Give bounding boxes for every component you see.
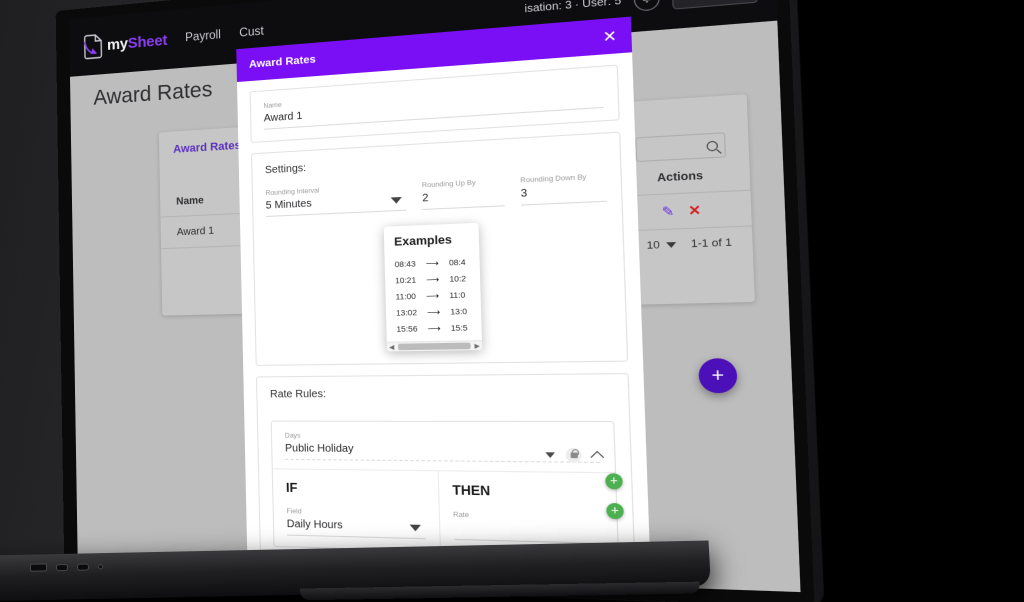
top-bar-right-group: isation: 3 · User: 5 Google [524,0,759,22]
row-actions: ✎ ✕ [633,201,731,221]
search-icon [706,140,719,151]
rounding-down-by-field[interactable]: Rounding Down By 3 [520,173,607,206]
award-rates-modal-container: Award Rates ✕ Name Award 1 Settings: Rou… [236,16,652,587]
triangle-left-icon[interactable]: ◀ [388,343,396,351]
caret-down-icon [409,524,421,532]
example-to: 15:5 [450,322,468,334]
if-field-value: Daily Hours [286,518,426,540]
arrow-right-icon: ⟶ [425,290,440,301]
examples-card: Examples 08:43 ⟶ 08:4 10:21 ⟶ 10:2 11:00… [383,222,483,352]
account-label: Google [684,0,729,2]
scrollbar-thumb[interactable] [397,342,472,351]
plus-icon: + [711,364,725,387]
award-rates-modal: Award Rates ✕ Name Award 1 Settings: Rou… [236,16,652,587]
app-logo[interactable]: mySheet [83,27,168,60]
if-column: IF Field Daily Hours [272,469,441,551]
rounding-up-by-label: Rounding Up By [421,179,476,190]
lock-icon[interactable] [565,447,582,463]
page-title: Award Rates [93,77,213,110]
then-rate-label: Rate [453,511,470,520]
logo-text-secondary: Sheet [127,31,168,52]
example-to: 08:4 [448,257,466,268]
search-input[interactable] [635,132,727,163]
rate-rules-label: Rate Rules: [269,388,327,401]
arrow-right-icon: ⟶ [426,274,440,285]
rounding-down-by-value: 3 [520,183,607,206]
settings-panel: Settings: Rounding Interval 5 Minutes Ro… [250,131,629,366]
rule-days-row: Days Public Holiday [272,422,615,473]
rounding-interval-select[interactable]: Rounding Interval 5 Minutes [265,183,407,217]
nav-item-customers[interactable]: Cust [239,25,264,39]
close-x-icon[interactable]: ✕ [602,27,617,46]
page-size-select[interactable]: 10 [646,239,677,253]
close-x-icon[interactable]: ✕ [688,202,701,219]
if-field-label: Field [286,507,302,516]
name-field-label: Name [263,101,282,111]
arrow-right-icon: ⟶ [427,307,441,318]
plus-circle-icon[interactable]: + [605,473,623,490]
column-header-actions: Actions [656,170,704,185]
triangle-right-icon[interactable]: ▶ [473,342,481,350]
modal-title: Award Rates [248,53,316,71]
logo-text-primary: my [106,34,128,54]
name-field-value: Award 1 [263,90,604,130]
laptop-screen-bezel: mySheet Payroll Cust isation: 3 · User: … [55,0,815,602]
caret-down-icon [665,242,677,249]
list-item: 13:02 ⟶ 13:0 [386,303,482,321]
list-item: 15:56 ⟶ 15:5 [386,319,482,337]
rounding-up-by-value: 2 [422,188,505,211]
arrow-right-icon: ⟶ [427,323,441,334]
then-title: THEN [452,482,491,499]
account-dropdown[interactable]: Google [670,0,759,10]
days-label: Days [284,432,301,440]
laptop-screen: mySheet Payroll Cust isation: 3 · User: … [69,0,801,593]
if-title: IF [285,480,298,496]
examples-horizontal-scrollbar[interactable]: ◀ ▶ [386,340,483,352]
rounding-down-by-label: Rounding Down By [520,173,587,185]
rule-controls [545,447,605,464]
example-to: 10:2 [449,273,467,284]
settings-label: Settings: [264,162,307,177]
example-from: 11:00 [395,291,417,302]
pagination-range: 1-1 of 1 [690,236,733,251]
then-rate-field[interactable]: Rate [453,511,603,544]
then-rate-value [453,522,603,544]
example-from: 15:56 [396,323,418,335]
name-panel: Name Award 1 [249,64,620,143]
pencil-icon[interactable]: ✎ [661,203,674,219]
example-to: 11:0 [449,290,466,301]
example-from: 08:43 [394,258,416,270]
headphone-jack-icon [97,563,104,569]
rule-card: Days Public Holiday IF Field Daily Hours… [270,420,624,557]
bell-icon[interactable] [632,0,660,12]
arrow-right-icon: ⟶ [425,258,439,269]
caret-down-icon [390,196,403,204]
example-to: 13:0 [450,306,468,317]
laptop-ports [29,562,104,572]
usb-c-port-icon [76,563,90,571]
page-size-value: 10 [646,239,660,253]
add-award-rate-fab[interactable]: + [698,358,738,394]
sd-card-slot-icon [29,563,48,572]
modal-body: Name Award 1 Settings: Rounding Interval… [237,52,651,587]
if-field-select[interactable]: Field Daily Hours [286,507,426,540]
organisation-user-status: isation: 3 · User: 5 [524,0,622,15]
name-field[interactable]: Name Award 1 [263,79,604,130]
chevron-up-icon[interactable] [590,450,605,464]
document-icon [83,32,105,60]
rounding-up-by-field[interactable]: Rounding Up By 2 [421,178,505,211]
plus-circle-icon[interactable]: + [606,502,624,520]
rounding-interval-value: 5 Minutes [265,193,407,217]
usb-c-port-icon [55,563,69,571]
application-window: mySheet Payroll Cust isation: 3 · User: … [69,0,801,593]
rounding-interval-label: Rounding Interval [265,187,320,198]
screenshot-stage: mySheet Payroll Cust isation: 3 · User: … [0,0,1024,602]
nav-item-payroll[interactable]: Payroll [185,29,221,44]
example-from: 10:21 [395,275,417,286]
example-from: 13:02 [395,307,418,318]
caret-down-icon[interactable] [545,452,556,459]
settings-fields: Rounding Interval 5 Minutes Rounding Up … [253,170,627,365]
